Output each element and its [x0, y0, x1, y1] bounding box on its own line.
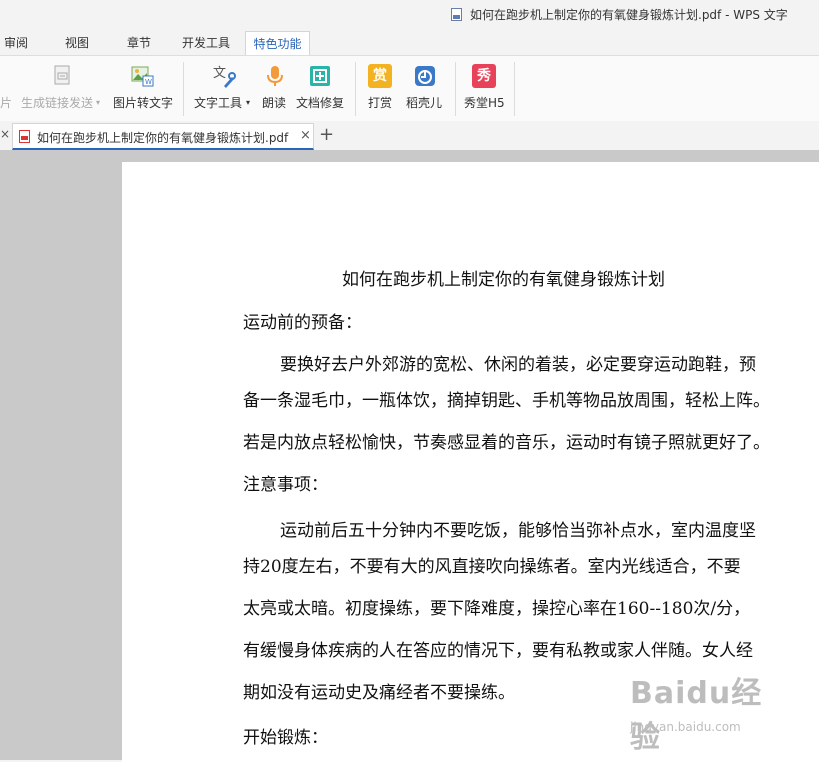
text-tools-label: 文字工具 [194, 96, 243, 110]
document-repair-label: 文档修复 [296, 96, 345, 110]
menu-bar: 审阅 视图 章节 开发工具 特色功能 [0, 31, 819, 55]
paragraph-line: 期如没有运动史及痛经者不要操练。 [243, 683, 515, 703]
tab-review[interactable]: 审阅 [0, 31, 32, 55]
xiutang-h5-button[interactable]: 秀 秀堂H5 [462, 56, 508, 121]
close-icon[interactable]: × [300, 128, 311, 143]
generate-link-send-label: 生成链接发送 [21, 96, 94, 110]
image-to-text-icon: W [130, 64, 154, 88]
read-aloud-label: 朗读 [262, 96, 287, 110]
tab-developer-tools[interactable]: 开发工具 [178, 31, 234, 55]
document-title: 如何在跑步机上制定你的有氧健身锻炼计划 [342, 270, 665, 290]
watermark-url: jingyan.baidu.com [630, 720, 741, 734]
xiutang-icon: 秀 [472, 64, 496, 88]
chevron-down-icon: ▾ [246, 98, 251, 107]
section-heading: 注意事项： [243, 475, 328, 495]
text-tools-icon: 文 [212, 64, 236, 88]
pdf-file-icon [19, 130, 30, 143]
reward-label: 打赏 [368, 96, 393, 110]
image-to-text-button[interactable]: W 图片转文字 [110, 56, 176, 121]
tab-section[interactable]: 章节 [120, 31, 158, 55]
microphone-icon [263, 64, 287, 88]
docer-icon [413, 64, 437, 88]
share-link-icon [51, 64, 75, 88]
chevron-down-icon: ▾ [96, 98, 101, 107]
separator [355, 62, 356, 116]
ribbon-toolbar: 片 生成链接发送 ▾ W 图片转文字 文 文字工具 ▾ 朗读 文档修复 赏 打赏… [0, 55, 819, 122]
partial-button-label: 片 [0, 96, 13, 110]
new-tab-button[interactable]: + [319, 124, 334, 145]
read-aloud-button[interactable]: 朗读 [258, 56, 292, 121]
partial-button[interactable]: 片 [0, 56, 14, 121]
tab-view[interactable]: 视图 [58, 31, 96, 55]
svg-text:文: 文 [213, 66, 226, 81]
title-bar: 如何在跑步机上制定你的有氧健身锻炼计划.pdf - WPS 文字 [0, 0, 819, 30]
section-heading: 开始锻炼： [243, 728, 328, 748]
document-repair-icon [308, 64, 332, 88]
separator [514, 62, 515, 116]
svg-text:W: W [145, 78, 152, 86]
watermark-brand: Baidu经验 [630, 676, 763, 755]
paragraph-line: 持20度左右，不要有大的风直接吹向操练者。室内光线适合，不要 [243, 557, 741, 577]
reward-icon: 赏 [368, 64, 392, 88]
separator [183, 62, 184, 116]
document-repair-button[interactable]: 文档修复 [294, 56, 348, 121]
docer-label: 稻壳儿 [406, 96, 443, 110]
window-title: 如何在跑步机上制定你的有氧健身锻炼计划.pdf - WPS 文字 [470, 8, 788, 22]
document-icon [451, 8, 462, 21]
document-tab-title: 如何在跑步机上制定你的有氧健身锻炼计划.pdf [37, 131, 289, 145]
paragraph-line: 备一条湿毛巾，一瓶体饮，摘掉钥匙、手机等物品放周围，轻松上阵。 [243, 391, 770, 411]
xiutang-h5-label: 秀堂H5 [464, 96, 505, 110]
baidu-watermark: Baidu经验 jingyan.baidu.com [630, 668, 775, 755]
paragraph-line: 运动前后五十分钟内不要吃饭，能够恰当弥补点水，室内温度坚 [280, 521, 756, 541]
paragraph-line: 要换好去户外郊游的宽松、休闲的着装，必定要穿运动跑鞋，预 [280, 355, 756, 375]
reward-button[interactable]: 赏 打赏 [362, 56, 398, 121]
section-heading: 运动前的预备： [243, 313, 362, 333]
close-icon[interactable]: × [0, 127, 10, 141]
generate-link-send-button[interactable]: 生成链接发送 ▾ [18, 56, 106, 121]
image-to-text-label: 图片转文字 [113, 96, 174, 110]
paragraph-line: 有缓慢身体疾病的人在答应的情况下，要有私教或家人伴随。女人经 [243, 641, 753, 661]
docer-button[interactable]: 稻壳儿 [403, 56, 447, 121]
document-tab[interactable]: 如何在跑步机上制定你的有氧健身锻炼计划.pdf × [12, 123, 314, 150]
paragraph-line: 太亮或太暗。初度操练，要下降难度，操控心率在160--180次/分， [243, 599, 751, 619]
text-tools-button[interactable]: 文 文字工具 ▾ [192, 56, 254, 121]
document-tab-bar: 如何在跑步机上制定你的有氧健身锻炼计划.pdf × [0, 121, 819, 150]
xiutang-glyph: 秀 [472, 64, 496, 88]
separator [455, 62, 456, 116]
tab-special-features[interactable]: 特色功能 [245, 31, 310, 55]
reward-glyph: 赏 [368, 64, 392, 88]
paragraph-line: 若是内放点轻松愉快，节奏感显着的音乐，运动时有镜子照就更好了。 [243, 433, 770, 453]
